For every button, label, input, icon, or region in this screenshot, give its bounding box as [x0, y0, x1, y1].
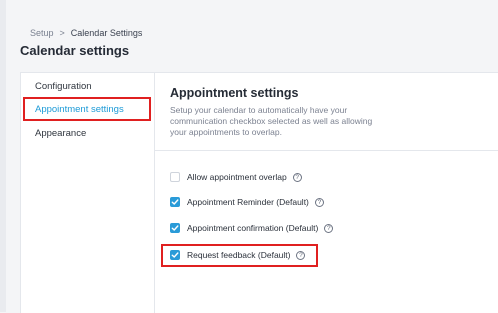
- settings-nav: Configuration Appointment settings Appea…: [21, 73, 155, 313]
- breadcrumb-setup-link[interactable]: Setup: [30, 28, 54, 38]
- help-icon[interactable]: ?: [324, 223, 334, 233]
- page-title: Calendar settings: [20, 43, 130, 58]
- section-divider: [155, 150, 498, 151]
- appointment-reminder-label: Appointment Reminder (Default): [187, 197, 309, 207]
- settings-content: Appointment settings Setup your calendar…: [155, 73, 498, 313]
- option-allow-overlap[interactable]: Allow appointment overlap ?: [170, 170, 302, 184]
- breadcrumb-current: Calendar Settings: [70, 28, 143, 38]
- checkmark-icon: [171, 225, 179, 231]
- appointment-reminder-checkbox[interactable]: [170, 197, 180, 207]
- breadcrumb: Setup > Calendar Settings: [30, 28, 142, 38]
- settings-card: Configuration Appointment settings Appea…: [20, 72, 498, 313]
- allow-overlap-checkbox[interactable]: [170, 172, 180, 182]
- help-icon[interactable]: ?: [292, 172, 302, 182]
- help-icon[interactable]: ?: [314, 197, 324, 207]
- option-appointment-confirmation[interactable]: Appointment confirmation (Default) ?: [170, 221, 334, 235]
- checkmark-icon: [171, 199, 179, 205]
- nav-item-configuration[interactable]: Configuration: [35, 81, 92, 92]
- left-edge-strip: [0, 0, 6, 312]
- nav-highlight-box: [23, 97, 151, 121]
- appointment-confirmation-checkbox[interactable]: [170, 223, 180, 233]
- allow-overlap-label: Allow appointment overlap: [187, 172, 287, 182]
- breadcrumb-separator: >: [59, 28, 65, 38]
- appointment-confirmation-label: Appointment confirmation (Default): [187, 223, 319, 233]
- section-description: Setup your calendar to automatically hav…: [170, 105, 373, 137]
- request-feedback-highlight-box: [161, 244, 318, 267]
- section-title: Appointment settings: [170, 86, 299, 100]
- option-appointment-reminder[interactable]: Appointment Reminder (Default) ?: [170, 195, 324, 209]
- nav-item-appearance[interactable]: Appearance: [35, 128, 86, 139]
